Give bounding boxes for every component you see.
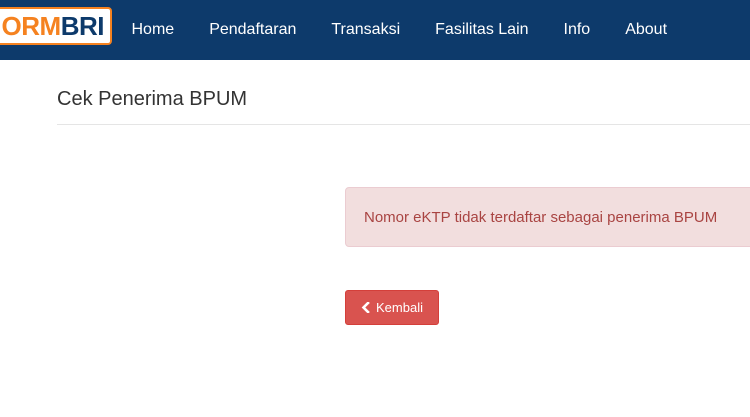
error-alert: Nomor eKTP tidak terdaftar sebagai pener… — [345, 187, 750, 247]
back-button[interactable]: Kembali — [345, 290, 439, 325]
brand-logo[interactable]: ORM BRI — [0, 7, 112, 45]
main-nav: Home Pendaftaran Transaksi Fasilitas Lai… — [114, 0, 685, 60]
title-divider — [57, 124, 750, 125]
nav-item-pendaftaran[interactable]: Pendaftaran — [192, 0, 314, 60]
logo-text-blue: BRI — [60, 11, 105, 41]
nav-item-fasilitas-lain[interactable]: Fasilitas Lain — [418, 0, 546, 60]
nav-item-home[interactable]: Home — [114, 0, 192, 60]
back-button-label: Kembali — [376, 300, 423, 315]
logo-text-orange: ORM — [1, 11, 62, 41]
nav-item-about[interactable]: About — [608, 0, 685, 60]
chevron-left-icon — [361, 302, 370, 313]
nav-item-transaksi[interactable]: Transaksi — [314, 0, 418, 60]
page-title: Cek Penerima BPUM — [57, 88, 248, 110]
nav-item-info[interactable]: Info — [546, 0, 608, 60]
top-navbar: ORM BRI Home Pendaftaran Transaksi Fasili… — [0, 0, 750, 60]
alert-message: Nomor eKTP tidak terdaftar sebagai pener… — [364, 208, 718, 226]
